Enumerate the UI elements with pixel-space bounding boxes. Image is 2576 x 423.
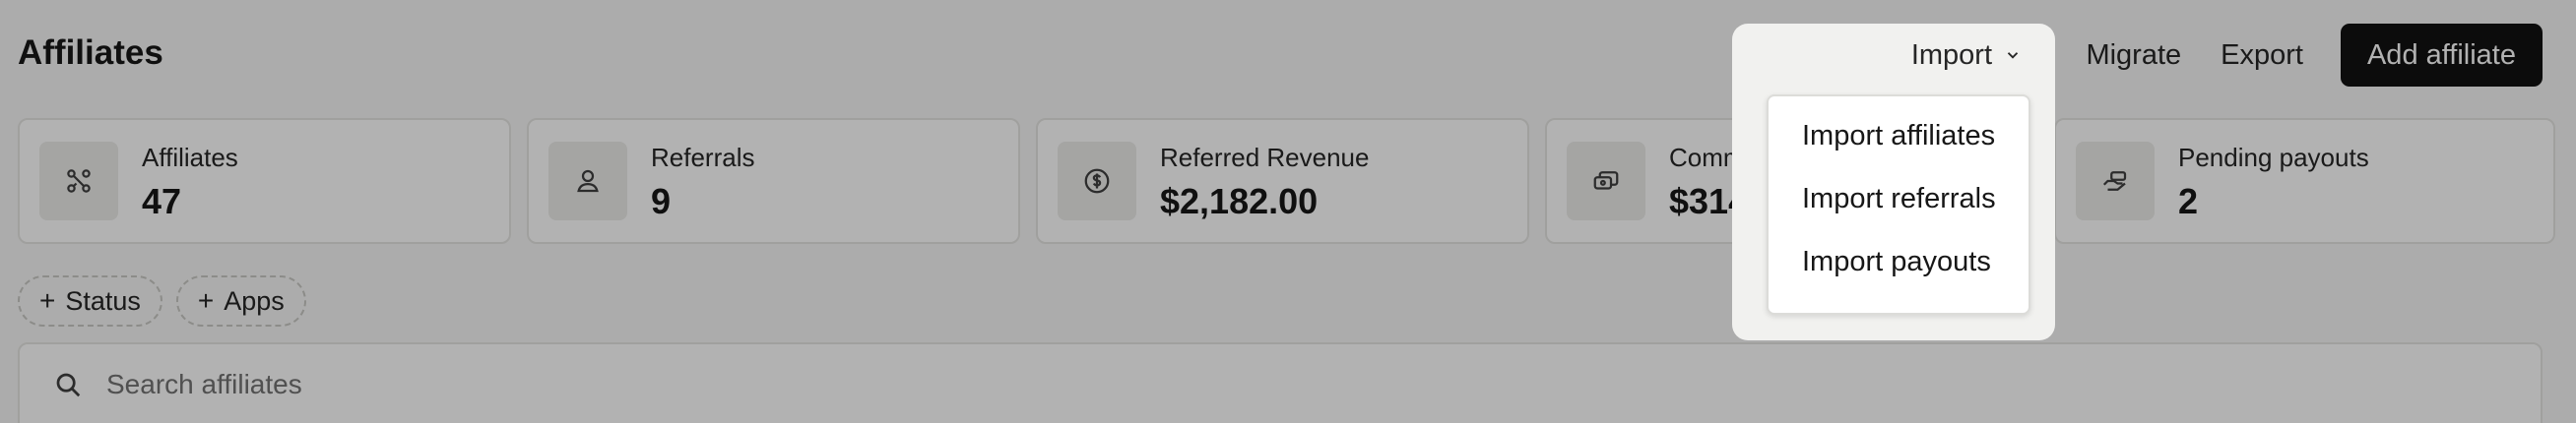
page-title: Affiliates xyxy=(18,33,163,72)
stat-card-referred-revenue: Referred Revenue $2,182.00 xyxy=(1036,118,1529,244)
chevron-down-icon xyxy=(2007,52,2019,59)
stat-icon-box xyxy=(39,142,118,220)
stat-card-referrals: Referrals 9 xyxy=(527,118,1020,244)
menu-item-import-referrals[interactable]: Import referrals xyxy=(1769,167,2029,230)
plus-icon: + xyxy=(197,285,215,316)
stat-icon-box xyxy=(1567,142,1645,220)
stats-row: Affiliates 47 Referrals 9 Referred Reven… xyxy=(18,118,2555,244)
stat-text: Referrals 9 xyxy=(651,142,754,222)
money-stack-icon xyxy=(1593,171,1619,190)
export-button[interactable]: Export xyxy=(2201,24,2323,87)
user-icon xyxy=(577,169,599,193)
search-icon xyxy=(56,373,81,397)
apps-filter-label: Apps xyxy=(224,285,285,316)
stat-icon-box xyxy=(2076,142,2155,220)
menu-item-import-affiliates[interactable]: Import affiliates xyxy=(1769,104,2029,167)
stat-value: 2 xyxy=(2178,181,2199,221)
import-popover: Import Import affiliates Import referral… xyxy=(1732,24,2055,340)
stat-card-pending-payouts: Pending payouts 2 xyxy=(2054,118,2555,244)
apps-filter-chip[interactable]: + Apps xyxy=(175,275,306,327)
stat-label: Referrals xyxy=(651,143,755,172)
migrate-button[interactable]: Migrate xyxy=(2066,24,2201,87)
import-button-label: Import xyxy=(1910,38,1992,71)
affiliates-network-icon xyxy=(67,169,91,193)
dollar-circle-icon xyxy=(1084,168,1110,194)
stat-value: $2,182.00 xyxy=(1160,181,1319,221)
menu-item-import-payouts[interactable]: Import payouts xyxy=(1769,230,2029,293)
add-affiliate-button[interactable]: Add affiliate xyxy=(2340,24,2543,87)
stat-value: 47 xyxy=(142,181,182,221)
status-filter-chip[interactable]: + Status xyxy=(18,275,162,327)
status-filter-label: Status xyxy=(65,285,141,316)
stat-text: Referred Revenue $2,182.00 xyxy=(1160,142,1369,222)
stat-label: Referred Revenue xyxy=(1160,143,1370,172)
stat-icon-box xyxy=(548,142,627,220)
hand-cash-icon xyxy=(2102,171,2127,191)
import-menu: Import affiliates Import referrals Impor… xyxy=(1767,94,2030,315)
stat-label: Affiliates xyxy=(142,143,238,172)
search-input[interactable] xyxy=(106,369,1288,400)
stat-text: Pending payouts 2 xyxy=(2178,142,2369,222)
plus-icon: + xyxy=(39,285,56,316)
filter-chips: + Status + Apps xyxy=(18,275,306,327)
stat-value: 9 xyxy=(651,181,672,221)
stat-text: Affiliates 47 xyxy=(142,142,238,222)
stat-label: Pending payouts xyxy=(2178,143,2369,172)
stat-card-affiliates: Affiliates 47 xyxy=(18,118,511,244)
affiliates-page: Affiliates Import Migrate Export Add aff… xyxy=(0,0,2576,423)
search-bar xyxy=(18,342,2543,423)
stat-icon-box xyxy=(1058,142,1136,220)
import-button-active[interactable]: Import xyxy=(1911,24,2022,87)
